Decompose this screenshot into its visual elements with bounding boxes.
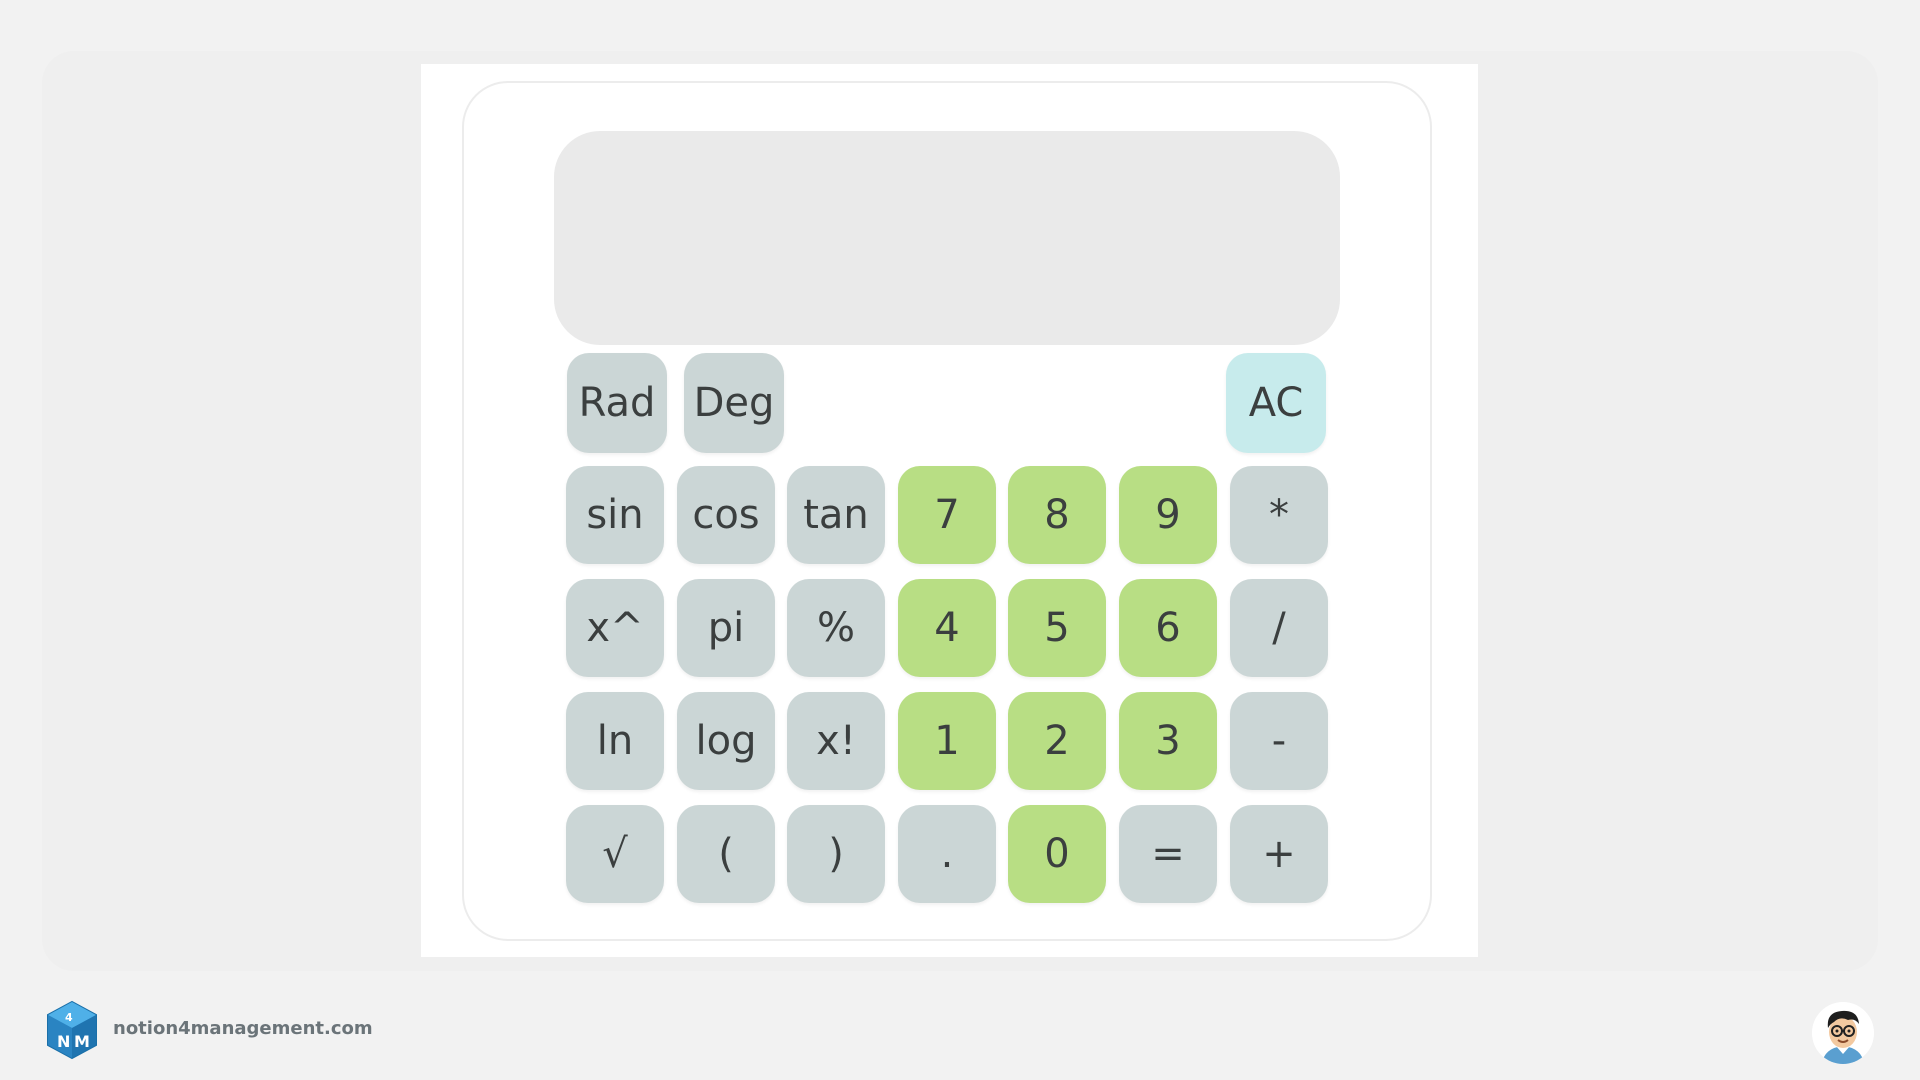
cartoon-avatar-icon (1812, 1002, 1874, 1064)
cos-button[interactable]: cos (677, 466, 775, 564)
six-button[interactable]: 6 (1119, 579, 1217, 677)
factorial-button[interactable]: x! (787, 692, 885, 790)
nine-button[interactable]: 9 (1119, 466, 1217, 564)
log-button[interactable]: log (677, 692, 775, 790)
close-paren-button[interactable]: ) (787, 805, 885, 903)
cube-logo-icon[interactable]: N M 4 (45, 1000, 99, 1060)
website-link[interactable]: notion4management.com (113, 1018, 373, 1039)
equals-button[interactable]: = (1119, 805, 1217, 903)
four-button[interactable]: 4 (898, 579, 996, 677)
five-button[interactable]: 5 (1008, 579, 1106, 677)
sin-button[interactable]: sin (566, 466, 664, 564)
ln-button[interactable]: ln (566, 692, 664, 790)
seven-button[interactable]: 7 (898, 466, 996, 564)
power-button[interactable]: x^ (566, 579, 664, 677)
pi-button[interactable]: pi (677, 579, 775, 677)
tan-button[interactable]: tan (787, 466, 885, 564)
one-button[interactable]: 1 (898, 692, 996, 790)
zero-button[interactable]: 0 (1008, 805, 1106, 903)
square-root-button[interactable]: √ (566, 805, 664, 903)
open-paren-button[interactable]: ( (677, 805, 775, 903)
rad-button[interactable]: Rad (567, 353, 667, 453)
deg-button[interactable]: Deg (684, 353, 784, 453)
eight-button[interactable]: 8 (1008, 466, 1106, 564)
two-button[interactable]: 2 (1008, 692, 1106, 790)
add-button[interactable]: + (1230, 805, 1328, 903)
decimal-button[interactable]: . (898, 805, 996, 903)
divide-button[interactable]: / (1230, 579, 1328, 677)
subtract-button[interactable]: - (1230, 692, 1328, 790)
all-clear-button[interactable]: AC (1226, 353, 1326, 453)
calculator-display (554, 131, 1340, 345)
svg-text:M: M (74, 1032, 90, 1051)
three-button[interactable]: 3 (1119, 692, 1217, 790)
multiply-button[interactable]: * (1230, 466, 1328, 564)
svg-text:4: 4 (65, 1011, 73, 1024)
svg-text:N: N (57, 1032, 70, 1051)
percent-button[interactable]: % (787, 579, 885, 677)
